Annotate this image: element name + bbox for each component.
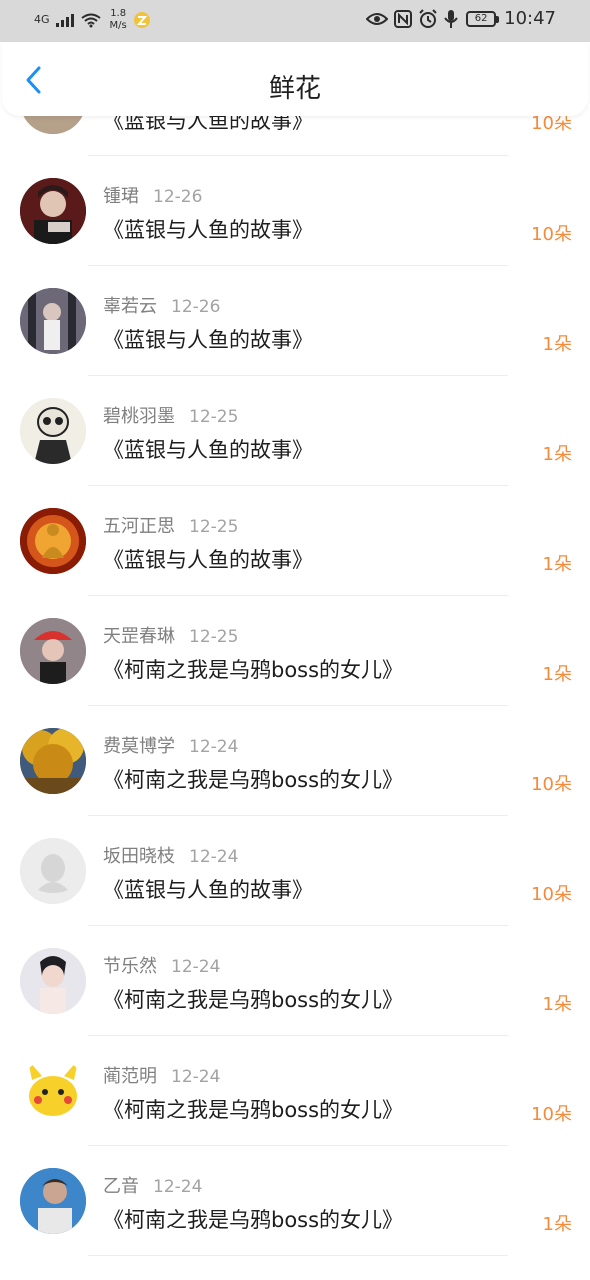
- book-title: 《柯南之我是乌鸦boss的女儿》: [103, 1208, 404, 1232]
- book-title: 《蓝银与人鱼的故事》: [103, 878, 313, 902]
- send-date: 12-24: [189, 737, 239, 757]
- nfc-icon: [394, 9, 413, 28]
- flower-count: 1朵: [542, 334, 572, 355]
- send-date: 12-25: [189, 517, 239, 537]
- flower-count: 1朵: [542, 444, 572, 465]
- send-date: 12-26: [171, 297, 221, 317]
- avatar: [20, 1168, 86, 1234]
- book-title: 《柯南之我是乌鸦boss的女儿》: [103, 658, 404, 682]
- flower-count: 1朵: [542, 554, 572, 575]
- battery-icon: 62: [466, 10, 500, 27]
- flower-count: 10朵: [531, 1104, 572, 1125]
- list-item[interactable]: 蔺范明 12-24 《柯南之我是乌鸦boss的女儿》 10朵: [0, 1036, 590, 1146]
- send-date: 12-26: [153, 187, 203, 207]
- send-date: 12-24: [189, 847, 239, 867]
- send-date: 12-24: [153, 1177, 203, 1197]
- avatar: [20, 838, 86, 904]
- eye-icon: [366, 12, 389, 25]
- alarm-icon: [419, 8, 437, 28]
- sender-name: 坂田晓枝: [103, 846, 175, 867]
- sender-name: 天罡春琳: [103, 626, 175, 647]
- speed-value: 1.8: [110, 8, 127, 19]
- send-date: 12-24: [171, 957, 221, 977]
- network-label: 4G: [34, 13, 50, 26]
- sender-name: 蔺范明: [103, 1066, 157, 1087]
- book-title: 《蓝银与人鱼的故事》: [103, 328, 313, 352]
- flower-count: 1朵: [542, 994, 572, 1015]
- sender-info: 乙音 12-24: [103, 1172, 202, 1198]
- sender-name: 五河正思: [103, 516, 175, 537]
- flower-count: 10朵: [531, 884, 572, 905]
- microphone-icon: [444, 9, 458, 28]
- list-item[interactable]: 天罡春琳 12-25 《柯南之我是乌鸦boss的女儿》 1朵: [0, 596, 590, 706]
- avatar: [20, 618, 86, 684]
- flower-count: 1朵: [542, 664, 572, 685]
- sender-name: 锺珺: [103, 186, 139, 207]
- clock: 10:47: [504, 8, 556, 29]
- status-bar: 4G 1.8 M/s 62 10:47: [0, 0, 590, 42]
- book-title: 《柯南之我是乌鸦boss的女儿》: [103, 768, 404, 792]
- book-title: 《蓝银与人鱼的故事》: [103, 218, 313, 242]
- default-avatar-icon: [20, 838, 86, 904]
- send-date: 12-24: [171, 1067, 221, 1087]
- network-speed: 1.8 M/s: [110, 8, 127, 32]
- avatar: [20, 948, 86, 1014]
- sender-info: 蔺范明 12-24: [103, 1062, 220, 1088]
- flower-count: 10朵: [531, 774, 572, 795]
- status-right: 62 10:47: [360, 8, 556, 29]
- speed-unit: M/s: [109, 20, 127, 31]
- book-title: 《蓝银与人鱼的故事》: [103, 438, 313, 462]
- avatar: [20, 728, 86, 794]
- sender-info: 节乐然 12-24: [103, 952, 220, 978]
- list-item[interactable]: 碧桃羽墨 12-25 《蓝银与人鱼的故事》 1朵: [0, 376, 590, 486]
- avatar: [20, 508, 86, 574]
- list-item[interactable]: 节乐然 12-24 《柯南之我是乌鸦boss的女儿》 1朵: [0, 926, 590, 1036]
- avatar: [20, 398, 86, 464]
- flower-count: 1朵: [542, 1214, 572, 1235]
- list-item[interactable]: 锺珺 12-26 《蓝银与人鱼的故事》 10朵: [0, 156, 590, 266]
- sender-name: 费莫博学: [103, 736, 175, 757]
- sender-info: 碧桃羽墨 12-25: [103, 402, 238, 428]
- sender-info: 坂田晓枝 12-24: [103, 842, 238, 868]
- sender-name: 节乐然: [103, 956, 157, 977]
- avatar: [20, 178, 86, 244]
- send-date: 12-25: [189, 407, 239, 427]
- signal-icon: [55, 14, 74, 27]
- avatar: [20, 288, 86, 354]
- sender-info: 锺珺 12-26: [103, 182, 202, 208]
- list-item[interactable]: 辜若云 12-26 《蓝银与人鱼的故事》 1朵: [0, 266, 590, 376]
- page-title: 鲜花: [268, 74, 321, 104]
- page-header: 鲜花: [2, 42, 588, 116]
- sender-name: 乙音: [103, 1176, 139, 1197]
- send-date: 12-25: [189, 627, 239, 647]
- sender-name: 辜若云: [103, 296, 157, 317]
- divider: [88, 1255, 508, 1256]
- book-title: 《蓝银与人鱼的故事》: [103, 548, 313, 572]
- sender-info: 辜若云 12-26: [103, 292, 220, 318]
- list-item[interactable]: 费莫博学 12-24 《柯南之我是乌鸦boss的女儿》 10朵: [0, 706, 590, 816]
- app-notification-icon: [133, 12, 150, 28]
- avatar: [20, 1058, 86, 1124]
- book-title: 《柯南之我是乌鸦boss的女儿》: [103, 1098, 404, 1122]
- list-item[interactable]: 五河正思 12-25 《蓝银与人鱼的故事》 1朵: [0, 486, 590, 596]
- sender-info: 天罡春琳 12-25: [103, 622, 238, 648]
- list-item[interactable]: 乙音 12-24 《柯南之我是乌鸦boss的女儿》 1朵: [0, 1146, 590, 1256]
- list-item[interactable]: 坂田晓枝 12-24 《蓝银与人鱼的故事》 10朵: [0, 816, 590, 926]
- flower-count: 10朵: [531, 224, 572, 245]
- wifi-icon: [80, 13, 101, 28]
- sender-info: 五河正思 12-25: [103, 512, 238, 538]
- sender-name: 碧桃羽墨: [103, 406, 175, 427]
- book-title: 《柯南之我是乌鸦boss的女儿》: [103, 988, 404, 1012]
- status-left: 4G 1.8 M/s: [34, 8, 151, 32]
- sender-info: 费莫博学 12-24: [103, 732, 238, 758]
